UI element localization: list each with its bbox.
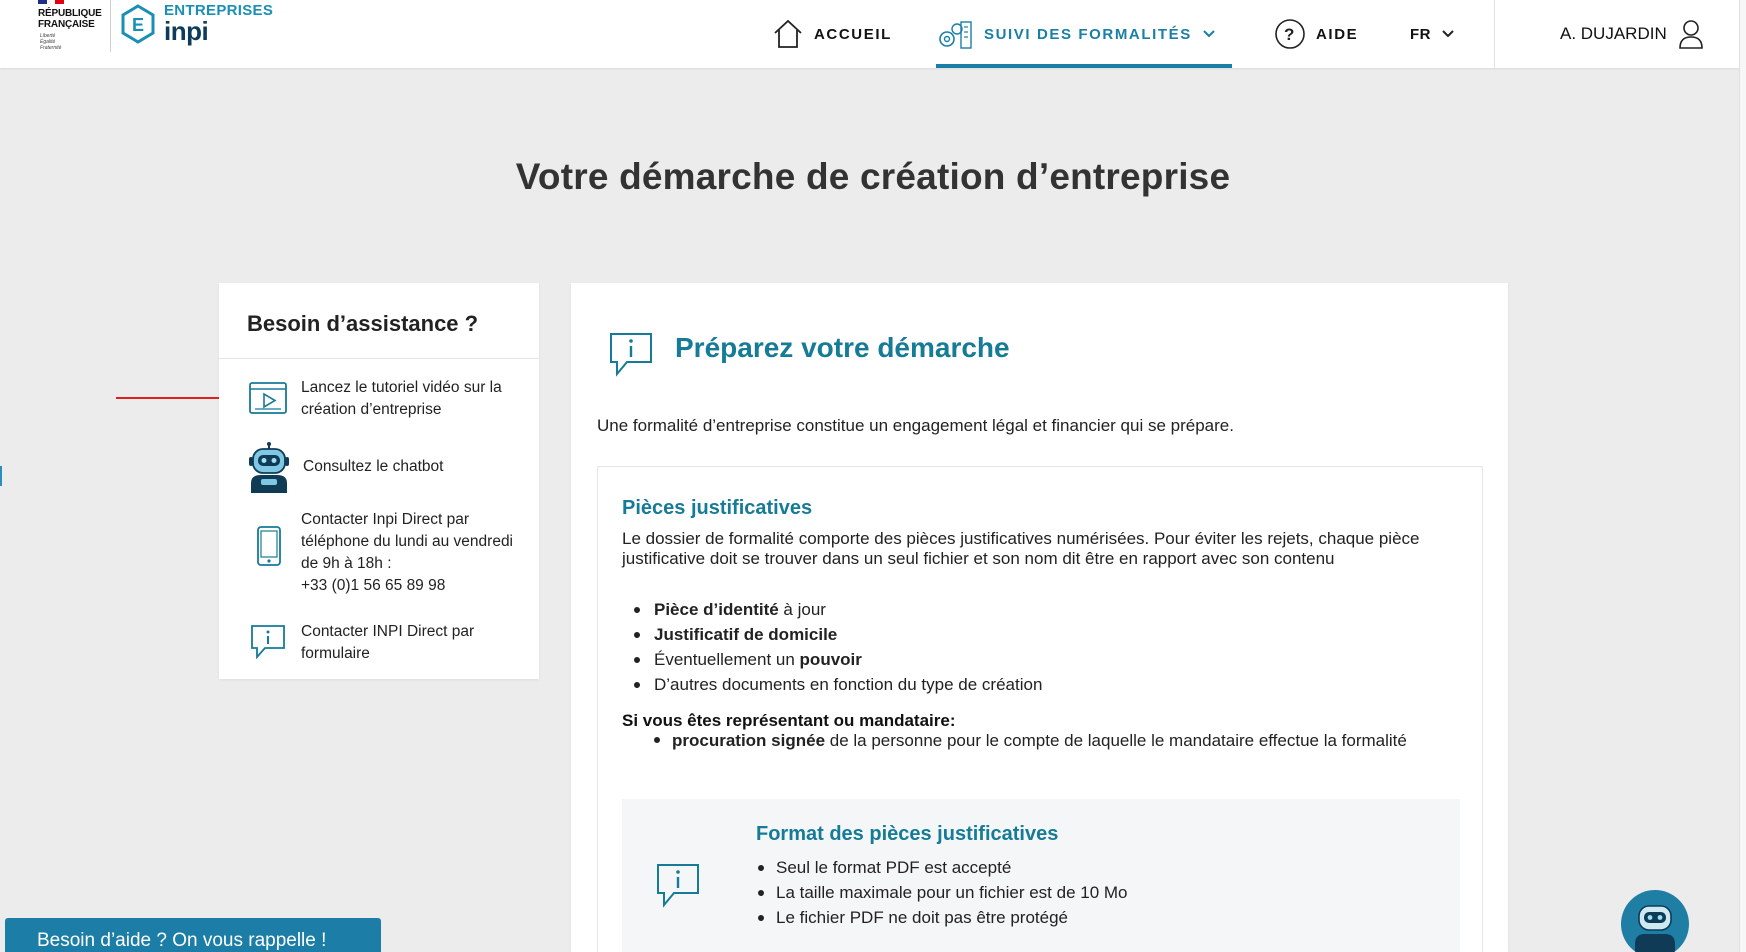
user-icon: [1678, 20, 1703, 49]
video-tutorial-text: Lancez le tutoriel vidéo sur la création…: [301, 379, 502, 418]
inpi-entreprises-logo[interactable]: E ENTREPRISES inpi: [118, 0, 278, 52]
assistance-title: Besoin d’assistance ?: [247, 311, 479, 336]
phone-text: Contacter Inpi Direct par téléphone du l…: [301, 509, 527, 597]
phone-hours: Contacter Inpi Direct par téléphone du l…: [301, 511, 514, 572]
nav-suivi-formalites[interactable]: SUIVI DES FORMALITÉS: [936, 0, 1232, 68]
page-title: Votre démarche de création d’entreprise: [515, 156, 1231, 197]
list-item: Éventuellement un pouvoir: [634, 647, 1454, 672]
representant-title: Si vous êtes représentant ou mandataire:: [622, 711, 956, 730]
list-item: Justificatif de domicile: [634, 622, 1454, 647]
logo-divider: [110, 0, 111, 52]
assistance-divider: [219, 358, 539, 359]
format-title: Format des pièces justificatives: [756, 823, 1059, 845]
left-edge-marker: [0, 466, 2, 486]
info-bubble-icon: [657, 864, 699, 908]
top-header: RÉPUBLIQUE FRANÇAISE Liberté Égalité Fra…: [0, 0, 1746, 68]
info-bubble-icon: [610, 333, 652, 377]
language-selector[interactable]: FR: [1410, 0, 1455, 68]
pieces-description: Le dossier de formalité comporte des piè…: [622, 529, 1420, 568]
republique-label: RÉPUBLIQUE FRANÇAISE: [38, 8, 108, 30]
prepare-card: Préparez votre démarche Une formalité d’…: [571, 283, 1508, 952]
nav-aide-label: AIDE: [1316, 25, 1359, 43]
representant-bold: procuration signée: [672, 731, 826, 750]
chevron-down-icon: [1442, 30, 1454, 38]
republique-motto: Liberté Égalité Fraternité: [40, 33, 62, 51]
user-menu[interactable]: A. DUJARDIN: [1560, 0, 1705, 68]
brand-bottom-text: inpi: [164, 16, 209, 46]
prepare-title: Préparez votre démarche: [675, 332, 1010, 363]
pieces-list: Pièce d’identité à jour Justificatif de …: [634, 597, 1454, 697]
list-item: La taille maximale pour un fichier est d…: [758, 880, 1128, 905]
user-name: A. DUJARDIN: [1560, 24, 1667, 43]
assistance-contact-form[interactable]: Contacter INPI Direct par formulaire: [247, 621, 527, 665]
pieces-title: Pièces justificatives: [622, 497, 813, 519]
gears-building-icon: [939, 21, 972, 49]
home-icon: [774, 19, 802, 48]
chatbot-launcher[interactable]: [1621, 890, 1689, 952]
item-prefix: Éventuellement un: [654, 650, 800, 669]
list-item: Pièce d’identité à jour: [634, 597, 1454, 622]
representant-rest: de la personne pour le compte de laquell…: [825, 731, 1407, 750]
nav-accueil-label: ACCUEIL: [814, 25, 892, 43]
assistance-card: Besoin d’assistance ? Lancez le tutoriel…: [219, 283, 539, 679]
item-bold: Justificatif de domicile: [654, 625, 838, 644]
list-item: Le fichier PDF ne doit pas être protégé: [758, 905, 1128, 930]
nav-suivi-label: SUIVI DES FORMALITÉS: [984, 25, 1192, 43]
nav-aide[interactable]: ? AIDE: [1274, 0, 1358, 68]
svg-text:E: E: [132, 15, 144, 35]
republique-line-2: FRANÇAISE: [38, 19, 95, 30]
assistance-chatbot[interactable]: Consultez le chatbot: [247, 441, 527, 493]
contact-form-text: Contacter INPI Direct par formulaire: [301, 623, 475, 662]
robot-icon: [249, 442, 289, 493]
phone-icon: [257, 526, 281, 566]
representant-item: procuration signée de la personne pour l…: [654, 731, 1432, 750]
list-item: Seul le format PDF est accepté: [758, 855, 1128, 880]
chatbot-text: Consultez le chatbot: [303, 458, 444, 475]
robot-icon: [1635, 905, 1675, 952]
nav-accueil[interactable]: ACCUEIL: [772, 0, 892, 68]
assistance-video-tutorial[interactable]: Lancez le tutoriel vidéo sur la création…: [247, 377, 527, 421]
chevron-down-icon: [1203, 30, 1215, 38]
window-scrollbar[interactable]: [1739, 0, 1746, 952]
french-flag-icon: [38, 0, 65, 4]
phone-number[interactable]: +33 (0)1 56 65 89 98: [301, 577, 445, 594]
republique-francaise-logo[interactable]: RÉPUBLIQUE FRANÇAISE Liberté Égalité Fra…: [36, 0, 106, 56]
item-rest: à jour: [778, 600, 826, 619]
video-player-icon: [249, 382, 287, 414]
item-prefix: D’autres documents en fonction du type d…: [654, 675, 1043, 694]
inpi-e-hexagon-icon: E: [121, 4, 155, 44]
format-pieces-box: Format des pièces justificatives Seul le…: [622, 799, 1460, 952]
language-label: FR: [1410, 25, 1431, 43]
assistance-phone[interactable]: Contacter Inpi Direct par téléphone du l…: [247, 509, 527, 597]
svg-text:?: ?: [1284, 25, 1296, 44]
item-bold: pouvoir: [799, 650, 862, 669]
list-item: D’autres documents en fonction du type d…: [634, 672, 1454, 697]
question-circle-icon: ?: [1275, 19, 1305, 49]
header-divider: [1494, 0, 1495, 68]
prepare-intro: Une formalité d’entreprise constitue un …: [597, 416, 1234, 435]
format-list: Seul le format PDF est accepté La taille…: [758, 855, 1128, 930]
nav-active-indicator: [936, 64, 1232, 68]
republique-line-1: RÉPUBLIQUE: [38, 8, 102, 19]
item-bold: Pièce d’identité: [654, 600, 779, 619]
pieces-justificatives-box: Pièces justificatives Le dossier de form…: [597, 466, 1483, 952]
info-bubble-icon: [251, 625, 285, 660]
callback-button[interactable]: Besoin d’aide ? On vous rappelle !: [5, 918, 381, 952]
